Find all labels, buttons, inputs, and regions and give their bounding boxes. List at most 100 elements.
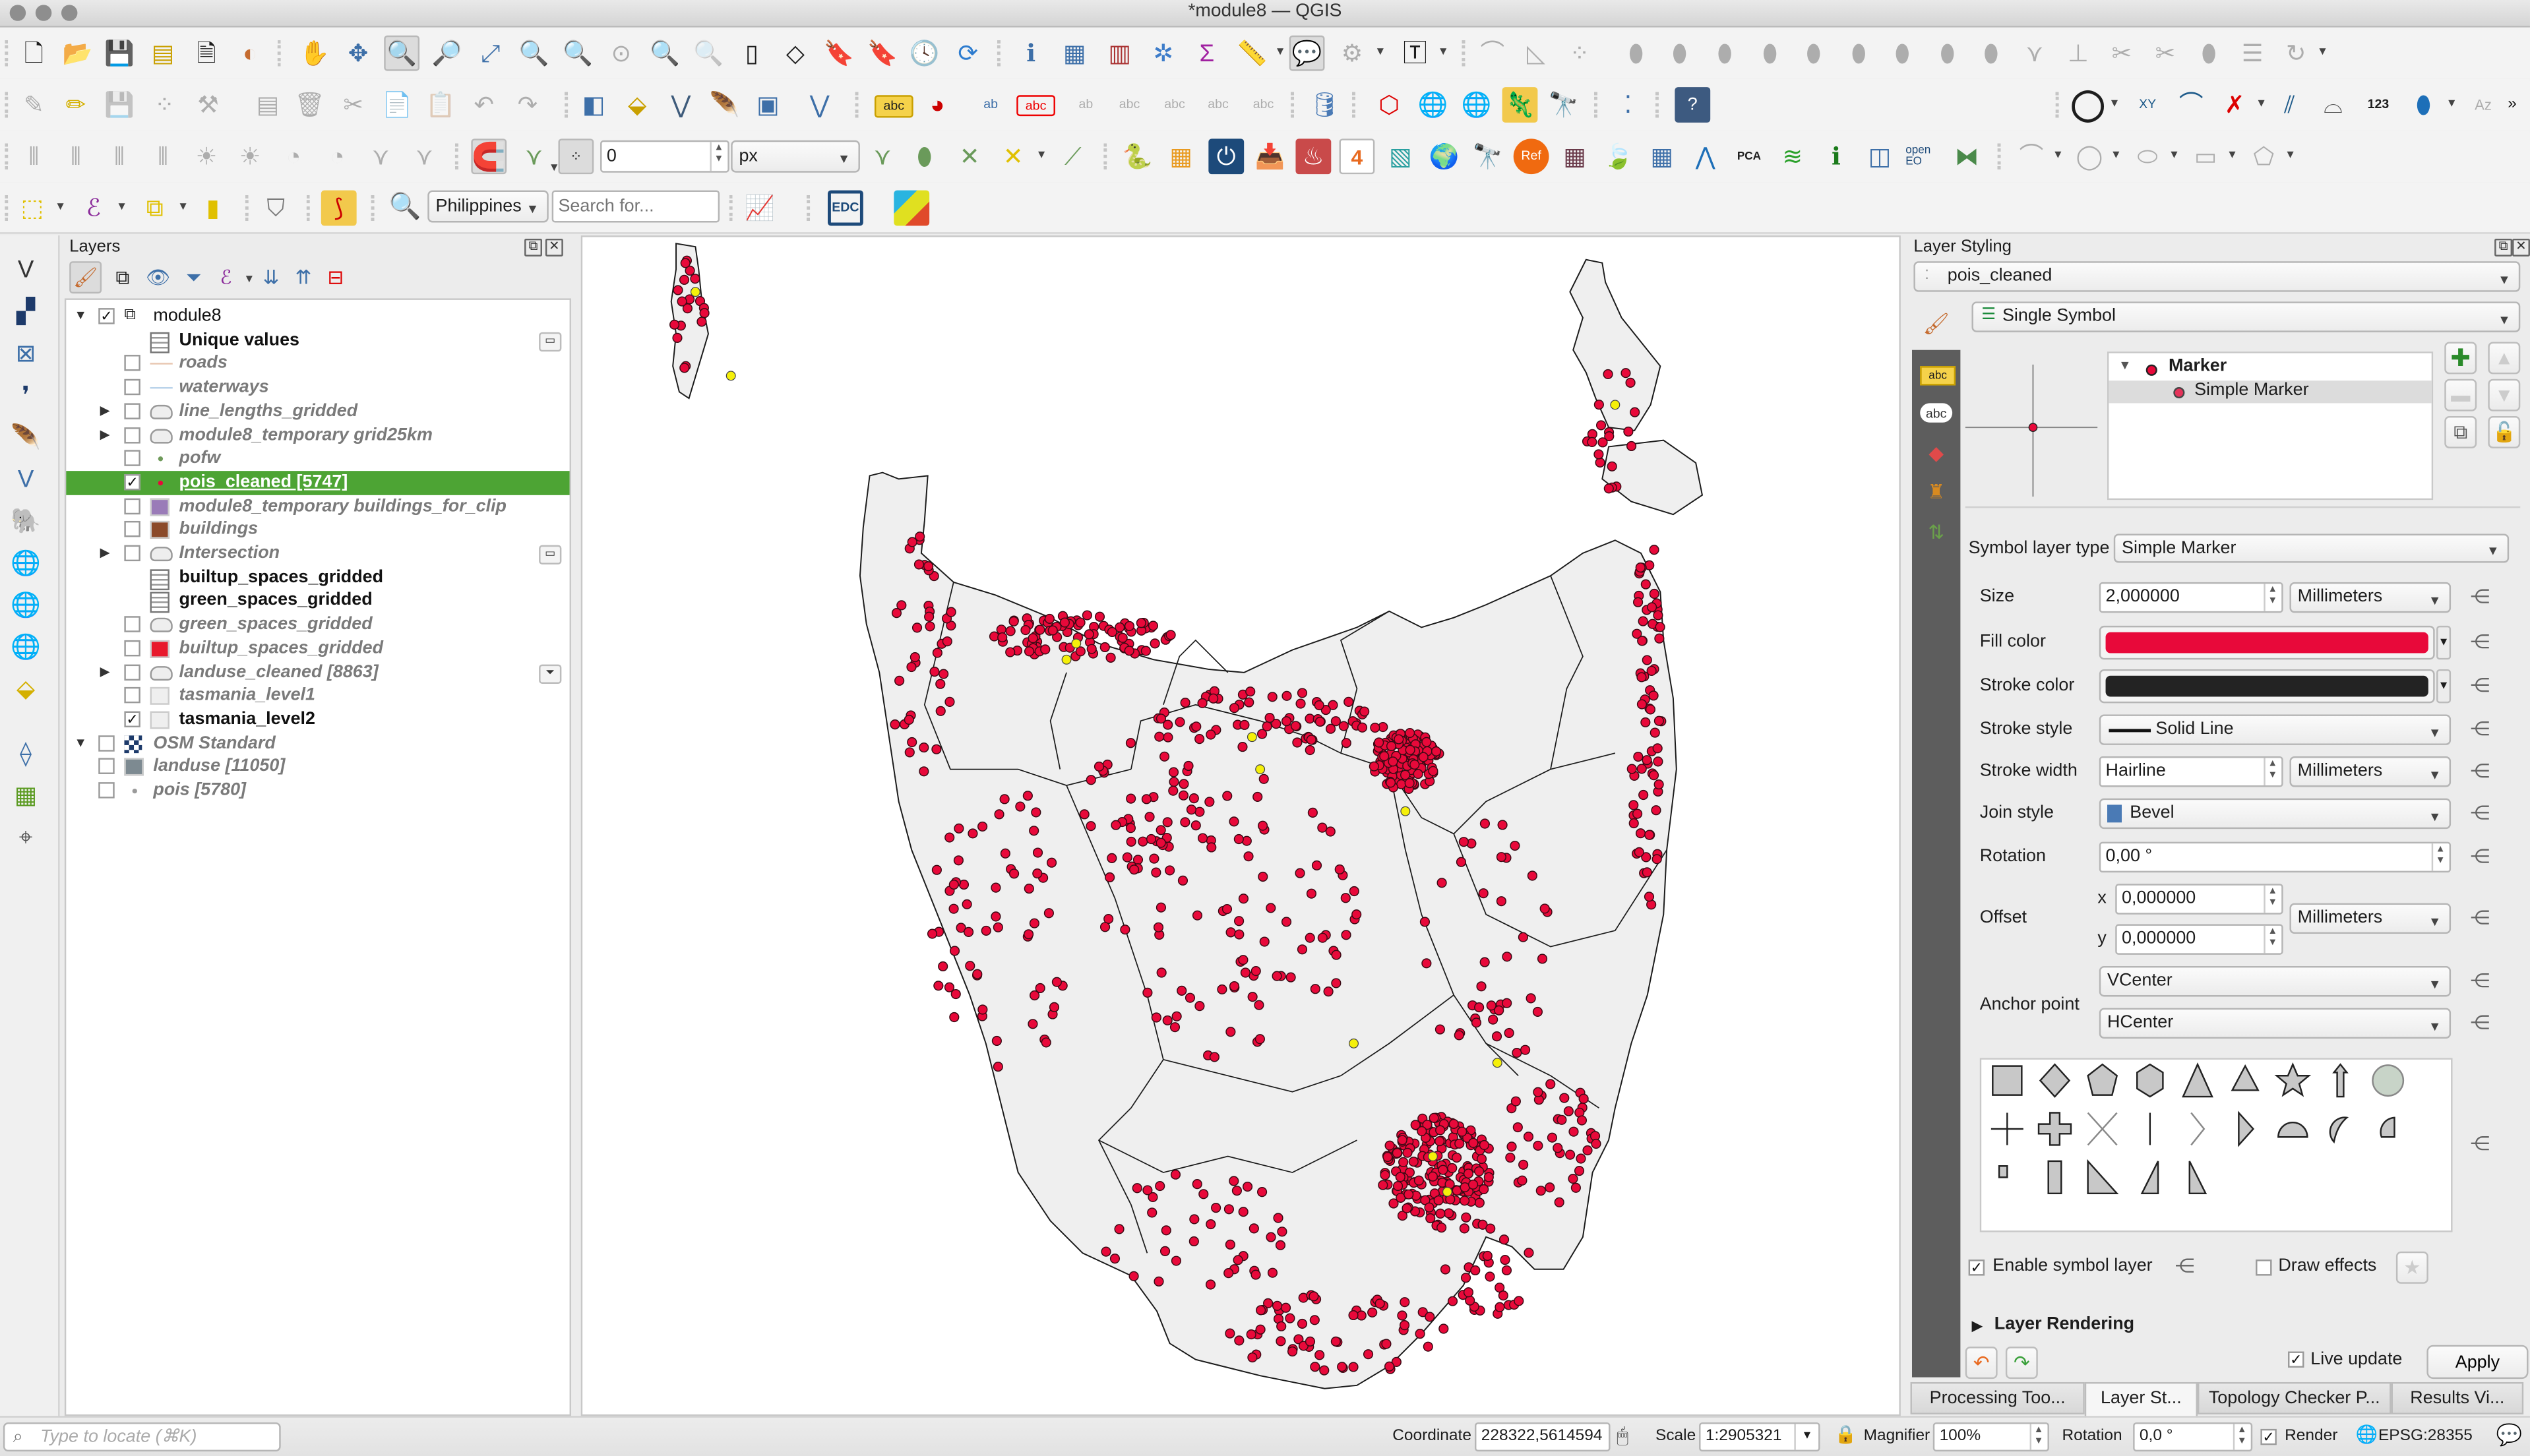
select-features-icon[interactable]: ⬚ <box>15 191 50 226</box>
info-plugin-icon[interactable]: ℹ <box>1818 138 1854 174</box>
toolbar-grip[interactable] <box>371 195 378 222</box>
marker-shape-cross[interactable] <box>1990 1112 2023 1145</box>
filter-indicator-icon[interactable]: ⏷ <box>539 663 562 683</box>
rectangle-dropdown-icon[interactable]: ▼ <box>2227 150 2238 161</box>
delete-selected-icon[interactable]: 🗑 <box>292 87 328 123</box>
add-gps-layer-icon[interactable]: 🪶 <box>7 419 46 455</box>
layer-visibility-checkbox[interactable] <box>124 402 140 419</box>
layer-item[interactable]: waterways <box>66 376 569 400</box>
geocoder-search-input[interactable] <box>551 190 720 223</box>
save-project-icon[interactable]: 💾 <box>102 36 137 71</box>
layer-item[interactable]: pois [5780] <box>66 779 569 803</box>
stroke-width-unit-select[interactable]: Millimeters ▼ <box>2289 756 2452 787</box>
add-rectangle-icon[interactable]: ▭ <box>2188 138 2223 174</box>
add-symbol-layer-button[interactable]: ✚ <box>2444 342 2477 375</box>
split-dropdown-icon[interactable]: ▼ <box>2446 98 2457 109</box>
number-digitizing-icon[interactable]: 123 <box>2360 87 2396 123</box>
marker-shape-quarter-circle[interactable] <box>2380 1116 2395 1138</box>
python-console-icon[interactable]: 🐍 <box>1120 138 1156 174</box>
toolbar-grip[interactable] <box>1462 40 1468 67</box>
symbol-layer-type-select[interactable]: Simple Marker ▼ <box>2113 533 2510 563</box>
add-part-icon[interactable]: ⬮ <box>1752 36 1788 71</box>
crs-globe-icon[interactable]: 🌐 <box>2356 1424 2378 1445</box>
marker-shape-diagonal-half-square[interactable] <box>2087 1159 2119 1195</box>
layer-item[interactable]: pofw <box>66 447 569 471</box>
marker-shape-square[interactable] <box>1992 1065 2023 1096</box>
toolbar-grip[interactable] <box>277 40 284 67</box>
size-stepper[interactable]: ▲ ▼ <box>2264 584 2279 611</box>
add-circle-icon[interactable]: ◯ <box>2072 138 2107 174</box>
data-defined-override-icon[interactable]: ⋲ <box>2465 906 2494 928</box>
marker-shape-equilateral-triangle[interactable] <box>2231 1064 2260 1091</box>
toolbar-grip[interactable] <box>729 195 736 222</box>
marker-shape-triangle[interactable] <box>2182 1062 2213 1098</box>
add-group-icon[interactable]: ⧉ <box>106 261 139 293</box>
toolbar-grip[interactable] <box>1997 143 2004 169</box>
pan-to-selection-icon[interactable]: ✥ <box>340 36 376 71</box>
sli-plugin-icon[interactable] <box>894 190 930 226</box>
layer-visibility-checkbox[interactable] <box>124 545 140 562</box>
rotation-stepper[interactable]: ▲ ▼ <box>2431 843 2448 871</box>
manage-map-themes-icon[interactable]: 👁 <box>142 261 174 293</box>
save-layer-edits-icon[interactable]: 💾 <box>102 87 137 123</box>
delete-ring-icon[interactable]: ⬮ <box>1841 36 1876 71</box>
symbol-tree-child[interactable]: Simple Marker <box>2109 380 2432 404</box>
refresh-icon[interactable]: ⟳ <box>950 36 986 71</box>
layer-visibility-checkbox[interactable]: ✓ <box>124 711 140 727</box>
snapping-units-select[interactable]: px ▼ <box>731 140 860 173</box>
import-data-icon[interactable]: 📥 <box>1252 138 1287 174</box>
layer-item[interactable]: green_spaces_gridded <box>66 613 569 637</box>
trim-extend-icon[interactable]: ⊥ <box>2060 36 2096 71</box>
delete-vertex-curve-icon[interactable]: ✗ <box>2217 87 2252 123</box>
locator-search[interactable]: ⌕ Type to locate (⌘K) <box>3 1422 281 1452</box>
triangle-tool-icon[interactable]: ◺ <box>1518 36 1554 71</box>
add-wms-wmts-layer-icon[interactable]: 🌐 <box>7 545 46 581</box>
data-defined-override-icon[interactable]: ⋲ <box>2465 586 2494 608</box>
open-project-icon[interactable]: 📂 <box>60 36 96 71</box>
add-vertex-curve-icon[interactable]: ⌒ <box>2173 87 2209 123</box>
leaf-plugin-icon[interactable]: 🍃 <box>1601 138 1636 174</box>
draw-effects-button[interactable]: ★ <box>2395 1251 2428 1284</box>
stroke-width-stepper[interactable]: ▲ ▼ <box>2264 758 2279 786</box>
add-delimited-text-icon[interactable]: ❜ <box>7 377 46 413</box>
layer-visibility-checkbox[interactable] <box>124 497 140 514</box>
measure-line-icon[interactable]: 📏 <box>1234 36 1270 71</box>
align-icon[interactable]: ⫴ <box>58 138 94 174</box>
marker-shape-right-half-triangle[interactable] <box>2140 1161 2159 1195</box>
offset-y-stepper[interactable]: ▲ ▼ <box>2264 925 2279 954</box>
add-vector-layer-icon[interactable]: V <box>7 252 46 288</box>
topology-checker-icon[interactable]: ⟠ <box>7 735 46 771</box>
toolbar-grip[interactable] <box>1655 92 1662 118</box>
dock-tab[interactable]: Layer St... <box>2084 1381 2198 1418</box>
geocoder-country-select[interactable]: Philippines ▼ <box>427 190 549 223</box>
toolbar-grip[interactable] <box>245 195 252 222</box>
style-manager-icon[interactable]: ◐ <box>232 36 268 71</box>
zoom-to-selection-icon[interactable]: 🔍 <box>516 36 552 71</box>
layer-item[interactable]: buildings <box>66 518 569 542</box>
layer-visibility-checkbox[interactable]: ✓ <box>124 473 140 491</box>
anchor-horizontal-select[interactable]: HCenter ▼ <box>2099 1008 2452 1039</box>
rotate-label-icon[interactable]: abc <box>1200 87 1236 123</box>
fill-ring-icon[interactable]: ⬮ <box>1796 36 1832 71</box>
polygon-dropdown-icon[interactable]: ▼ <box>2285 150 2296 161</box>
toolbar-grip[interactable] <box>1103 143 1110 169</box>
highlight-pinned-labels-icon[interactable]: ab <box>973 87 1008 123</box>
ellipse-dropdown-icon[interactable]: ▼ <box>2169 150 2180 161</box>
annotation-dropdown-icon[interactable]: ▼ <box>1438 47 1449 58</box>
layer-item[interactable]: ▼ ✓ ⧉ module8 <box>66 305 569 328</box>
layer-item[interactable]: builtup_spaces_gridded <box>66 637 569 661</box>
tolerance-stepper[interactable]: ▲ ▼ <box>710 142 725 171</box>
offset-y-input[interactable]: 0,000000 ▲ ▼ <box>2115 924 2283 955</box>
expand-all-icon[interactable]: ⇊ <box>255 261 288 293</box>
current-edits-icon[interactable]: ✎ <box>16 87 51 123</box>
expand-arrow-icon[interactable]: ▶ <box>100 400 110 423</box>
map-plugin-icon[interactable]: ⧓ <box>1949 138 1985 174</box>
toolbar-grip[interactable] <box>5 40 11 67</box>
geocoder-search-icon[interactable]: 🔍 <box>387 191 423 226</box>
snapping-layers-icon[interactable]: ⋎ <box>516 138 552 174</box>
new-vector-tile-layer-icon[interactable]: ⋁ <box>802 87 838 123</box>
offset-x-input[interactable]: 0,000000 ▲ ▼ <box>2115 884 2283 915</box>
merge-attributes-icon[interactable]: ☰ <box>2235 36 2270 71</box>
lower-icon[interactable]: ☀ <box>232 138 268 174</box>
modify-attributes-icon[interactable]: ▤ <box>250 87 286 123</box>
